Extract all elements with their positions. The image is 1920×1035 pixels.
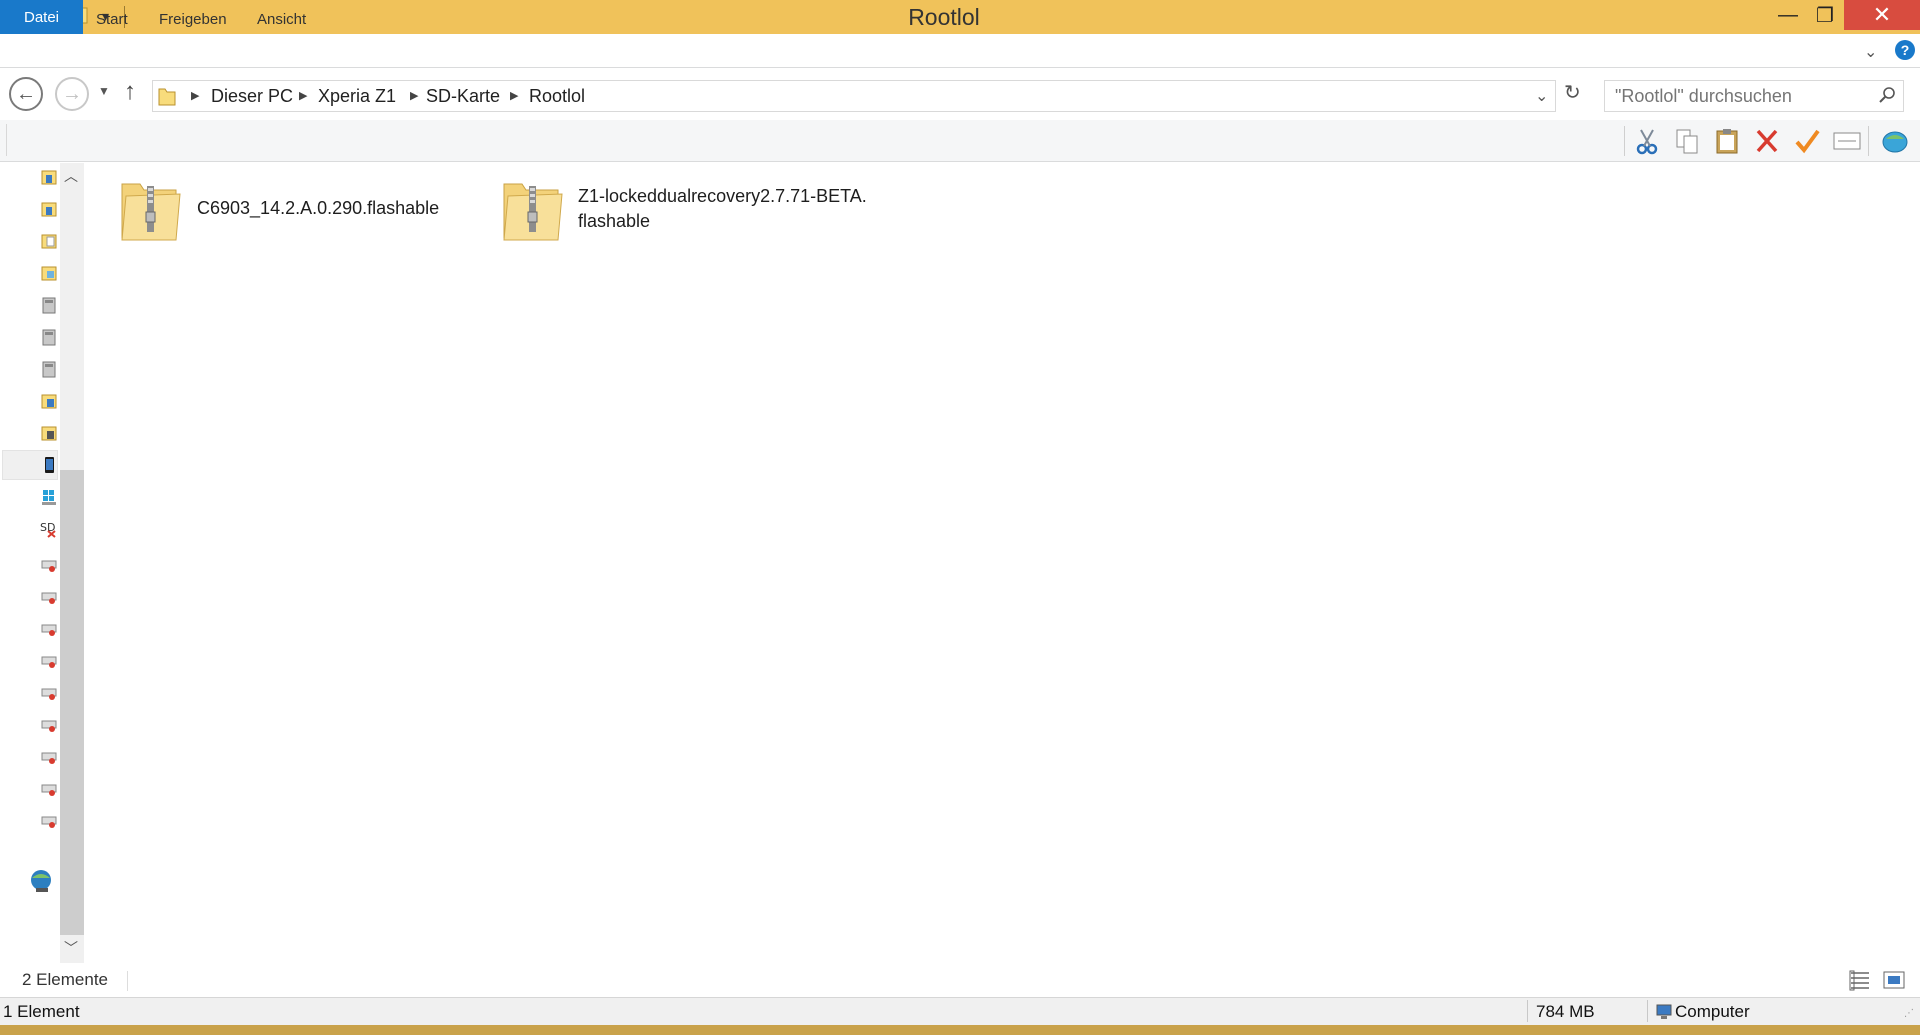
- toolbar-separator: [1624, 126, 1625, 156]
- close-button[interactable]: ✕: [1844, 0, 1920, 30]
- selection-count: 1 Element: [3, 1002, 80, 1021]
- up-button[interactable]: ↑: [124, 78, 136, 106]
- breadcrumb-separator[interactable]: ▶: [299, 81, 307, 111]
- tab-start[interactable]: Start: [96, 0, 128, 34]
- address-bar[interactable]: ▶ Dieser PC ▶ Xperia Z1 ▶ SD-Karte ▶ Roo…: [152, 80, 1556, 112]
- selection-size: 784 MB: [1536, 1002, 1595, 1021]
- folder-icon: [157, 85, 177, 112]
- tab-share[interactable]: Freigeben: [159, 0, 227, 34]
- breadcrumb-item[interactable]: SD-Karte: [426, 81, 500, 111]
- address-dropdown-icon[interactable]: ⌄: [1535, 86, 1548, 106]
- check-icon[interactable]: [1790, 124, 1824, 158]
- network-drive-icon[interactable]: [40, 588, 58, 606]
- zone-label: Computer: [1675, 1002, 1750, 1021]
- nav-scrollbar-thumb[interactable]: [60, 470, 84, 935]
- search-box[interactable]: [1604, 80, 1904, 112]
- command-toolbar: [0, 120, 1920, 162]
- folder-icon[interactable]: [40, 392, 58, 410]
- zip-folder-icon: [118, 176, 182, 249]
- breadcrumb-separator[interactable]: ▶: [510, 81, 518, 111]
- tab-file[interactable]: Datei: [0, 0, 83, 34]
- recent-locations-icon[interactable]: ▼: [98, 84, 110, 98]
- breadcrumb-separator[interactable]: ▶: [191, 81, 199, 111]
- toolbar-separator: [1868, 126, 1869, 156]
- toolbar-grip: [6, 124, 7, 156]
- search-icon[interactable]: [1877, 85, 1897, 110]
- file-list[interactable]: [90, 163, 1920, 963]
- scroll-down-icon[interactable]: ﹀: [64, 938, 78, 958]
- list-item[interactable]: C6903_14.2.A.0.290.flashable: [118, 172, 440, 244]
- status-divider: [1647, 1000, 1648, 1022]
- breadcrumb-item[interactable]: Rootlol: [529, 81, 585, 111]
- network-drive-icon[interactable]: [40, 620, 58, 638]
- network-drive-icon[interactable]: [40, 716, 58, 734]
- windows-drive-icon[interactable]: [40, 488, 58, 506]
- details-view-icon[interactable]: [1848, 969, 1872, 996]
- computer-icon: [1655, 1003, 1673, 1026]
- library-icon[interactable]: [40, 296, 58, 314]
- search-input[interactable]: [1615, 81, 1865, 111]
- globe-icon[interactable]: [1878, 124, 1912, 158]
- breadcrumb-item[interactable]: Xperia Z1: [318, 81, 396, 111]
- back-button[interactable]: ←: [9, 77, 43, 111]
- forward-button[interactable]: →: [55, 77, 89, 111]
- network-drive-icon[interactable]: [40, 748, 58, 766]
- ribbon-tabs: [0, 34, 1920, 68]
- file-name-continued: flashable: [578, 211, 651, 231]
- network-drive-icon[interactable]: [40, 652, 58, 670]
- list-item[interactable]: Z1-lockeddualrecovery2.7.71-BETA. flasha…: [500, 172, 880, 244]
- status-divider: [127, 971, 128, 991]
- library-icon[interactable]: [40, 328, 58, 346]
- library-icon[interactable]: [40, 360, 58, 378]
- breadcrumb-separator[interactable]: ▶: [410, 81, 418, 111]
- pictures-folder-icon[interactable]: [40, 264, 58, 282]
- minimize-button[interactable]: —: [1770, 0, 1806, 30]
- copy-icon[interactable]: [1670, 124, 1704, 158]
- address-row: ← → ▼ ↑ ▶ Dieser PC ▶ Xperia Z1 ▶ SD-Kar…: [0, 68, 1920, 120]
- resize-grip-icon[interactable]: ⋰: [1904, 1008, 1914, 1019]
- scroll-up-icon[interactable]: ︿: [64, 166, 78, 186]
- tab-view[interactable]: Ansicht: [257, 0, 306, 34]
- network-drive-icon[interactable]: [40, 684, 58, 702]
- folder-icon[interactable]: [40, 200, 58, 218]
- zip-folder-icon: [500, 176, 564, 249]
- file-name: C6903_14.2.A.0.290.flashable: [197, 198, 440, 218]
- paste-icon[interactable]: [1710, 124, 1744, 158]
- folder-icon[interactable]: [40, 168, 58, 186]
- expand-ribbon-icon[interactable]: ⌄: [1864, 42, 1877, 62]
- network-drive-icon[interactable]: [40, 812, 58, 830]
- documents-folder-icon[interactable]: [40, 232, 58, 250]
- large-icons-view-icon[interactable]: [1882, 969, 1906, 996]
- cut-icon[interactable]: [1630, 124, 1664, 158]
- status-bar: 2 Elemente: [0, 963, 1920, 997]
- details-status-bar: 1 Element 784 MB Computer ⋰: [0, 997, 1920, 1025]
- network-drive-icon[interactable]: [40, 556, 58, 574]
- item-count: 2 Elemente: [22, 970, 108, 989]
- network-icon[interactable]: [28, 868, 54, 894]
- rename-icon[interactable]: [1830, 124, 1864, 158]
- delete-icon[interactable]: [1750, 124, 1784, 158]
- sd-card-icon[interactable]: SD: [40, 520, 58, 538]
- status-divider: [1527, 1000, 1528, 1022]
- network-drive-icon[interactable]: [40, 780, 58, 798]
- taskbar: [0, 1025, 1920, 1035]
- breadcrumb-item[interactable]: Dieser PC: [211, 81, 293, 111]
- refresh-icon[interactable]: ↻: [1564, 80, 1581, 105]
- music-folder-icon[interactable]: [40, 424, 58, 442]
- help-icon[interactable]: ?: [1895, 40, 1915, 60]
- phone-icon[interactable]: [40, 456, 58, 474]
- file-name: Z1-lockeddualrecovery2.7.71-BETA.: [578, 186, 867, 206]
- maximize-button[interactable]: ❐: [1806, 0, 1844, 30]
